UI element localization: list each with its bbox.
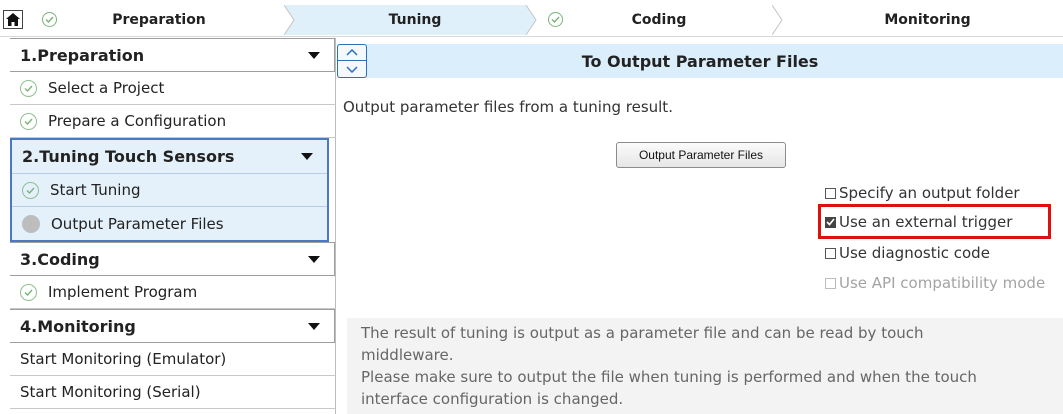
nav-group-header[interactable]: 1.Preparation: [10, 38, 335, 72]
nav-item-implement-program[interactable]: Implement Program: [10, 276, 335, 309]
nav-item-label: Prepare a Configuration: [48, 112, 227, 130]
step-separator: [526, 5, 537, 35]
nav-item-monitoring-serial[interactable]: Start Monitoring (Serial): [10, 376, 335, 409]
step-preparation[interactable]: Preparation: [30, 5, 288, 35]
step-monitoring[interactable]: Monitoring: [792, 5, 1063, 35]
caret-down-icon[interactable]: [308, 323, 320, 330]
caret-down-icon[interactable]: [308, 256, 320, 263]
sidebar: 1.Preparation Select a Project Prepare a…: [0, 38, 336, 414]
option-api-compatibility-mode: Use API compatibility mode: [825, 274, 1045, 292]
nav-item-prepare-configuration[interactable]: Prepare a Configuration: [10, 105, 335, 138]
highlight-box: [818, 204, 1051, 239]
option-label: Specify an output folder: [839, 184, 1020, 202]
step-tuning[interactable]: Tuning: [304, 5, 526, 35]
filled-circle-icon: [22, 214, 40, 233]
chevron-up-icon: [346, 49, 358, 56]
check-circle-icon: [22, 181, 39, 199]
step-coding[interactable]: Coding: [546, 5, 772, 35]
info-line: Please make sure to output the file when…: [361, 368, 977, 386]
caret-down-icon[interactable]: [301, 153, 313, 160]
option-specify-output-folder[interactable]: Specify an output folder: [825, 184, 1020, 202]
home-button[interactable]: [3, 10, 23, 29]
page-title: To Output Parameter Files: [581, 51, 819, 71]
nav-group-header[interactable]: 2.Tuning Touch Sensors: [12, 140, 327, 174]
nav-group-tuning: 2.Tuning Touch Sensors Start Tuning Outp…: [10, 138, 329, 242]
output-parameter-files-button[interactable]: Output Parameter Files: [616, 142, 786, 168]
page-title-bar: To Output Parameter Files: [337, 44, 1063, 78]
check-circle-icon: [20, 112, 37, 130]
home-icon: [6, 13, 20, 26]
nav-item-monitoring-emulator[interactable]: Start Monitoring (Emulator): [10, 343, 335, 376]
nav-item-label: Start Monitoring (Serial): [20, 383, 201, 401]
next-step-button[interactable]: [338, 61, 366, 77]
info-line: interface configuration is changed.: [361, 390, 624, 408]
nav-group-header[interactable]: 3.Coding: [10, 242, 335, 276]
nav-group-header[interactable]: 4.Monitoring: [10, 309, 335, 343]
nav-group-title: 3.Coding: [20, 249, 100, 269]
step-label: Monitoring: [884, 12, 971, 28]
checkbox-disabled: [825, 277, 836, 289]
step-navigator: [337, 44, 367, 78]
nav-item-start-tuning[interactable]: Start Tuning: [12, 174, 327, 207]
main-panel: To Output Parameter Files Output paramet…: [337, 38, 1063, 414]
check-circle-icon: [548, 12, 563, 27]
checkbox[interactable]: [825, 247, 836, 259]
step-separator: [284, 5, 304, 35]
check-circle-icon: [20, 283, 37, 301]
info-line: The result of tuning is output as a para…: [361, 324, 924, 342]
nav-item-output-parameter-files[interactable]: Output Parameter Files: [12, 207, 327, 240]
nav-group-coding: 3.Coding Implement Program: [10, 242, 335, 309]
nav-group-title: 4.Monitoring: [20, 316, 136, 336]
step-label: Coding: [631, 12, 687, 28]
checkbox[interactable]: [825, 187, 836, 199]
nav-item-label: Output Parameter Files: [51, 214, 224, 233]
step-separator: [772, 5, 783, 35]
check-circle-icon: [20, 79, 37, 97]
step-bar: Preparation Tuning Coding Monitoring: [0, 0, 1063, 37]
nav-group-preparation: 1.Preparation Select a Project Prepare a…: [10, 38, 335, 138]
info-panel: The result of tuning is output as a para…: [347, 318, 1063, 414]
page-description: Output parameter files from a tuning res…: [343, 98, 673, 116]
nav-item-label: Start Monitoring (Emulator): [20, 350, 227, 368]
chevron-down-icon: [346, 65, 358, 73]
nav-group-title: 2.Tuning Touch Sensors: [22, 147, 235, 166]
info-line: middleware.: [361, 346, 454, 364]
nav-item-label: Start Tuning: [50, 181, 141, 199]
nav-group-monitoring: 4.Monitoring Start Monitoring (Emulator)…: [10, 309, 335, 409]
step-label: Preparation: [112, 12, 206, 28]
nav-item-label: Implement Program: [48, 283, 198, 301]
caret-down-icon[interactable]: [308, 52, 320, 59]
check-circle-icon: [42, 12, 57, 27]
nav-group-title: 1.Preparation: [20, 45, 145, 65]
option-label: Use API compatibility mode: [839, 274, 1046, 292]
nav-item-select-project[interactable]: Select a Project: [10, 72, 335, 105]
nav-item-label: Select a Project: [48, 79, 165, 97]
previous-step-button[interactable]: [338, 45, 366, 61]
step-label: Tuning: [388, 12, 442, 28]
option-use-diagnostic-code[interactable]: Use diagnostic code: [825, 244, 990, 262]
option-label: Use diagnostic code: [839, 244, 990, 262]
